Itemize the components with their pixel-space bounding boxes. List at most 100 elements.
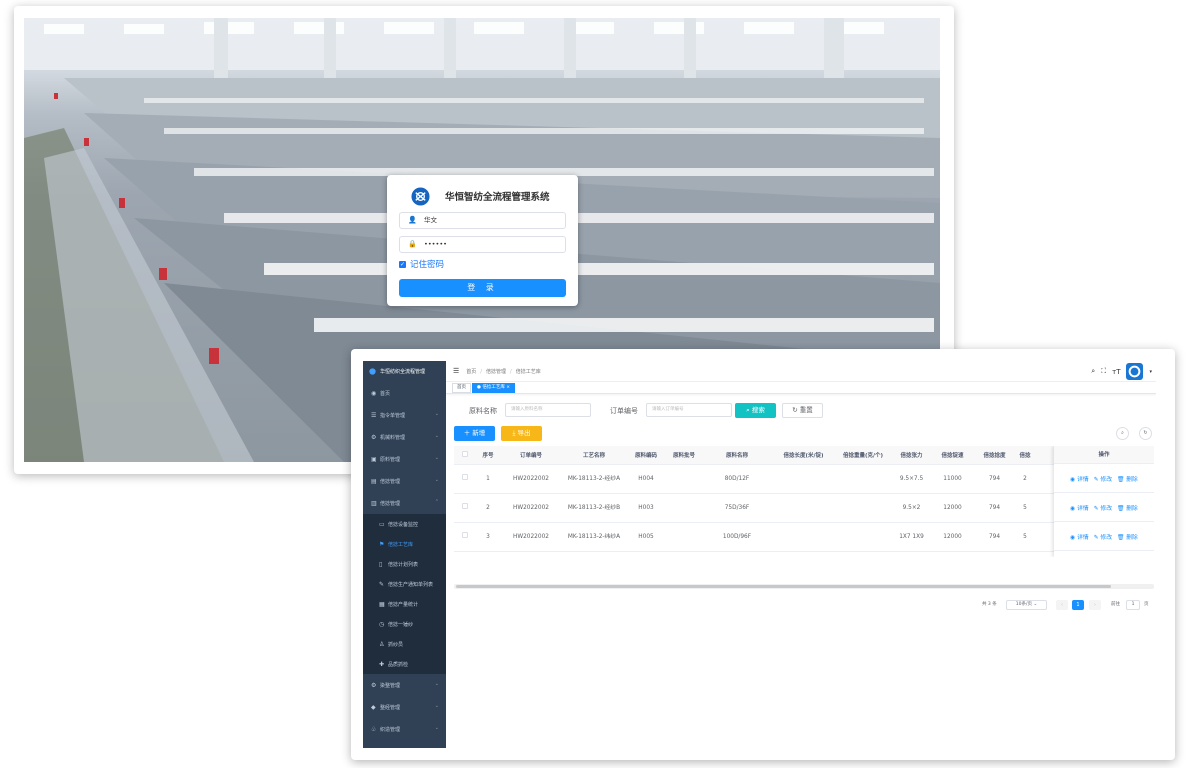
sidebar-item-label: 整经管理 [380,704,401,711]
chevron-down-icon: ⌄ [1033,602,1038,607]
page-number-current[interactable]: 1 [1072,600,1084,610]
top-navbar: ☰ 首页 / 倍捻管理 / 倍捻工艺库 ⌕ ⛶ ᴛT ▾ [446,361,1156,382]
order-number-input[interactable]: 请输入订单编号 [646,403,732,417]
chevron-down-icon: ⌄ [434,411,439,417]
sidebar-item-label: 倍捻管理 [380,478,401,485]
detail-link[interactable]: ◉ 详情 [1070,474,1089,483]
table-cell: 794 [973,522,1016,552]
main-content: 原料名称 请输入原料名称 订单编号 请输入订单编号 ⌕ 搜索 ↻ 重置 ＋ 新增… [446,394,1156,748]
sidebar-subitem-output[interactable]: ▦ 倍捻产量统计 [363,594,446,614]
edit-label: 修改 [1100,534,1112,541]
row-checkbox[interactable] [454,493,476,523]
username-input[interactable]: 👤 华文 [399,212,566,229]
table-cell: MK-18113-2-经纱A [562,464,626,494]
sidebar-item-label: 首页 [380,390,391,397]
checkbox-checked-icon: ✓ [399,260,406,268]
sidebar-item-label: 倍捻工艺库 [388,541,414,548]
remember-password-checkbox[interactable]: ✓ 记住密码 [399,258,444,270]
detail-link[interactable]: ◉ 详情 [1070,532,1089,541]
password-input[interactable]: 🔒 •••••• [399,236,566,253]
prev-page-button[interactable]: ‹ [1056,600,1068,610]
table-cell [772,464,835,494]
sidebar-subitem-plan[interactable]: ▯ 倍捻计划列表 [363,554,446,574]
sidebar-subitem-quality[interactable]: ✚ 品质抓检 [363,654,446,674]
fullscreen-icon[interactable]: ⛶ [1101,367,1106,376]
search-icon[interactable]: ⌕ [1091,367,1095,376]
sidebar-item-instruction[interactable]: ☰ 指令单管理 ⌄ [363,404,446,426]
delete-link[interactable]: 🗑 删除 [1117,532,1138,541]
table-cell: H004 [626,464,666,494]
sidebar-subitem-notice[interactable]: ✎ 倍捻生产通知单列表 [363,574,446,594]
table-cell: MK-18113-2-纬纱A [562,522,626,552]
edit-link[interactable]: ✎ 修改 [1094,474,1112,483]
scrollbar-thumb[interactable] [456,585,1111,588]
refresh-icon[interactable]: ↻ [1139,427,1152,440]
sidebar-item-material[interactable]: ▣ 原料管理 ⌄ [363,448,446,470]
horizontal-scrollbar[interactable] [454,584,1154,589]
avatar-logo-icon [1129,365,1141,378]
caret-down-icon[interactable]: ▾ [1149,369,1152,375]
sidebar-subitem-process-library[interactable]: ⚑ 倍捻工艺库 [363,534,446,554]
row-checkbox[interactable] [454,522,476,552]
settings-icon: ⚙ [371,681,377,689]
navbar-right: ⌕ ⛶ ᴛT ▾ [1091,363,1152,380]
sidebar-subitem-yarn[interactable]: ◷ 倍捻一锤纱 [363,614,446,634]
search-button[interactable]: ⌕ 搜索 [735,403,776,418]
gear-icon: ⚙ [371,433,377,441]
sidebar-item-label: 织造管理 [380,726,401,733]
edit-link[interactable]: ✎ 修改 [1094,503,1112,512]
delete-link[interactable]: 🗑 删除 [1117,474,1138,483]
row-operations: ◉ 详情 ✎ 修改 🗑 删除 [1054,493,1154,522]
avatar[interactable] [1126,363,1144,380]
detail-link[interactable]: ◉ 详情 [1070,503,1089,512]
delete-link[interactable]: 🗑 删除 [1117,503,1138,512]
export-button[interactable]: ⤓ 导出 [501,426,542,441]
form-icon: ▤ [371,477,377,485]
add-button[interactable]: ＋ 新增 [454,426,495,441]
font-size-icon[interactable]: ᴛT [1112,368,1120,376]
sidebar-item-label: 品质抓检 [388,661,409,668]
table-cell: 75D/36F [702,493,772,523]
sidebar-item-warping[interactable]: ◆ 整经管理 ⌄ [363,696,446,718]
sidebar-subitem-worker[interactable]: ♙ 抓纱员 [363,634,446,654]
sidebar-item-dyeing[interactable]: ⚙ 染整管理 ⌄ [363,674,446,696]
close-icon[interactable]: × [505,385,510,390]
chevron-down-icon: ⌄ [434,703,439,709]
login-panel: 华恒智纺全流程管理系统 👤 华文 🔒 •••••• ✓ 记住密码 登 录 [387,175,578,306]
sidebar-item-twist-a[interactable]: ▤ 倍捻管理 ⌄ [363,470,446,492]
login-button[interactable]: 登 录 [399,279,566,297]
sidebar-item-home[interactable]: ◉ 首页 [363,382,446,404]
goto-page-input[interactable]: 1 [1126,600,1140,610]
table-cell: 80D/12F [702,464,772,494]
table-cell: H003 [626,493,666,523]
app-window: 华恒纺织全流程管理 ◉ 首页 ☰ 指令单管理 ⌄ ⚙ 机械料管理 ⌄ ▣ 原料管理 ⌄ ▤ 倍捻… [363,361,1156,748]
tab-process-library[interactable]: ● 倍捻工艺库 × [472,383,516,393]
tags-view-bar: 首页 ● 倍捻工艺库 × [446,382,1156,394]
sidebar-logo: 华恒纺织全流程管理 [363,361,446,382]
row-checkbox[interactable] [454,464,476,494]
table-header-row: 序号 订单编号 工艺名称 原料编码 原料批号 原料名称 倍捻长度(米/锭) 倍捻… [454,446,1154,465]
next-page-button[interactable]: › [1089,600,1101,610]
sidebar-subitem-monitor[interactable]: ▭ 倍捻设备监控 [363,514,446,534]
toggle-search-icon[interactable]: ⌕ [1116,427,1129,440]
sidebar-item-weaving[interactable]: ♧ 织造管理 ⌄ [363,718,446,740]
edit-link[interactable]: ✎ 修改 [1094,532,1112,541]
table-cell: 794 [973,464,1016,494]
table-cell: 12000 [932,522,973,552]
lock-icon: 🔒 [408,240,417,248]
breadcrumb-item: 倍捻工艺库 [515,368,541,375]
edit-icon: ✎ [379,580,385,588]
doc-icon: ▯ [379,560,383,568]
page-size-select[interactable]: 10条/页 ⌄ [1006,600,1047,610]
breadcrumb-item[interactable]: 首页 [466,369,476,375]
select-all-checkbox[interactable] [454,446,476,465]
hamburger-icon[interactable]: ☰ [453,367,459,375]
chevron-down-icon: ⌄ [434,681,439,687]
sidebar-item-machine[interactable]: ⚙ 机械料管理 ⌄ [363,426,446,448]
table-cell: 1 [476,464,500,494]
sidebar-item-twist-b[interactable]: ▥ 倍捻管理 ⌃ [363,492,446,514]
search-button-label: 搜索 [751,406,765,414]
material-name-input[interactable]: 请输入原料名称 [505,403,591,417]
tab-home[interactable]: 首页 [452,383,471,393]
reset-button[interactable]: ↻ 重置 [782,403,823,418]
